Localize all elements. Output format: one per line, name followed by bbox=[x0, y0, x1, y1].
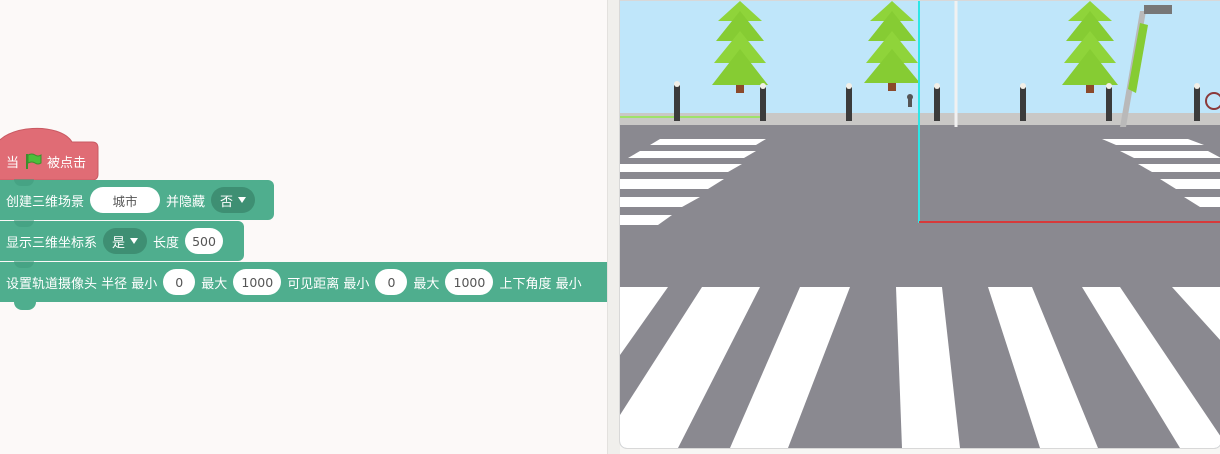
create-3d-scene-block[interactable]: 创建三维场景 城市 并隐藏 否 bbox=[0, 179, 274, 220]
visible-min-input[interactable]: 0 bbox=[375, 269, 408, 295]
hat-suffix-label: 被点击 bbox=[47, 155, 87, 171]
show-axes-dropdown-value: 是 bbox=[112, 235, 126, 251]
hide-dropdown[interactable]: 否 bbox=[211, 187, 256, 213]
show-axes-label: 显示三维坐标系 bbox=[6, 235, 98, 251]
orbit-camera-radius-min-label: 设置轨道摄像头 半径 最小 bbox=[6, 276, 158, 292]
code-workspace[interactable]: 当 被点击 创建三维场景 城市 并隐藏 否 显示三维坐标系 是 长度 500 设… bbox=[0, 0, 607, 454]
visible-max-input[interactable]: 1000 bbox=[445, 269, 494, 295]
vertical-angle-min-label: 上下角度 最小 bbox=[499, 276, 582, 292]
block-bottom-notch bbox=[14, 302, 36, 310]
radius-max-input[interactable]: 1000 bbox=[233, 269, 282, 295]
hat-block-content: 当 被点击 bbox=[0, 142, 86, 180]
visible-max-label: 最大 bbox=[413, 276, 440, 292]
chevron-down-icon bbox=[238, 197, 247, 203]
set-orbit-camera-block[interactable]: 设置轨道摄像头 半径 最小 0 最大 1000 可见距离 最小 0 最大 100… bbox=[0, 261, 607, 302]
radius-max-label: 最大 bbox=[201, 276, 228, 292]
stage-3d-view[interactable] bbox=[619, 0, 1220, 449]
city-crosswalk-scene bbox=[620, 1, 1220, 448]
visible-distance-min-label: 可见距离 最小 bbox=[287, 276, 370, 292]
hat-prefix-label: 当 bbox=[6, 155, 20, 171]
scene-name-input[interactable]: 城市 bbox=[90, 187, 161, 213]
green-flag-icon bbox=[24, 152, 42, 170]
show-axes-dropdown[interactable]: 是 bbox=[103, 228, 148, 254]
axes-length-input[interactable]: 500 bbox=[185, 228, 224, 254]
axes-length-label: 长度 bbox=[153, 235, 180, 251]
create-scene-label: 创建三维场景 bbox=[6, 194, 85, 210]
hide-label: 并隐藏 bbox=[166, 194, 206, 210]
chevron-down-icon bbox=[130, 238, 139, 244]
hide-dropdown-value: 否 bbox=[220, 194, 234, 210]
show-3d-axes-block[interactable]: 显示三维坐标系 是 长度 500 bbox=[0, 220, 244, 261]
radius-min-input[interactable]: 0 bbox=[163, 269, 196, 295]
